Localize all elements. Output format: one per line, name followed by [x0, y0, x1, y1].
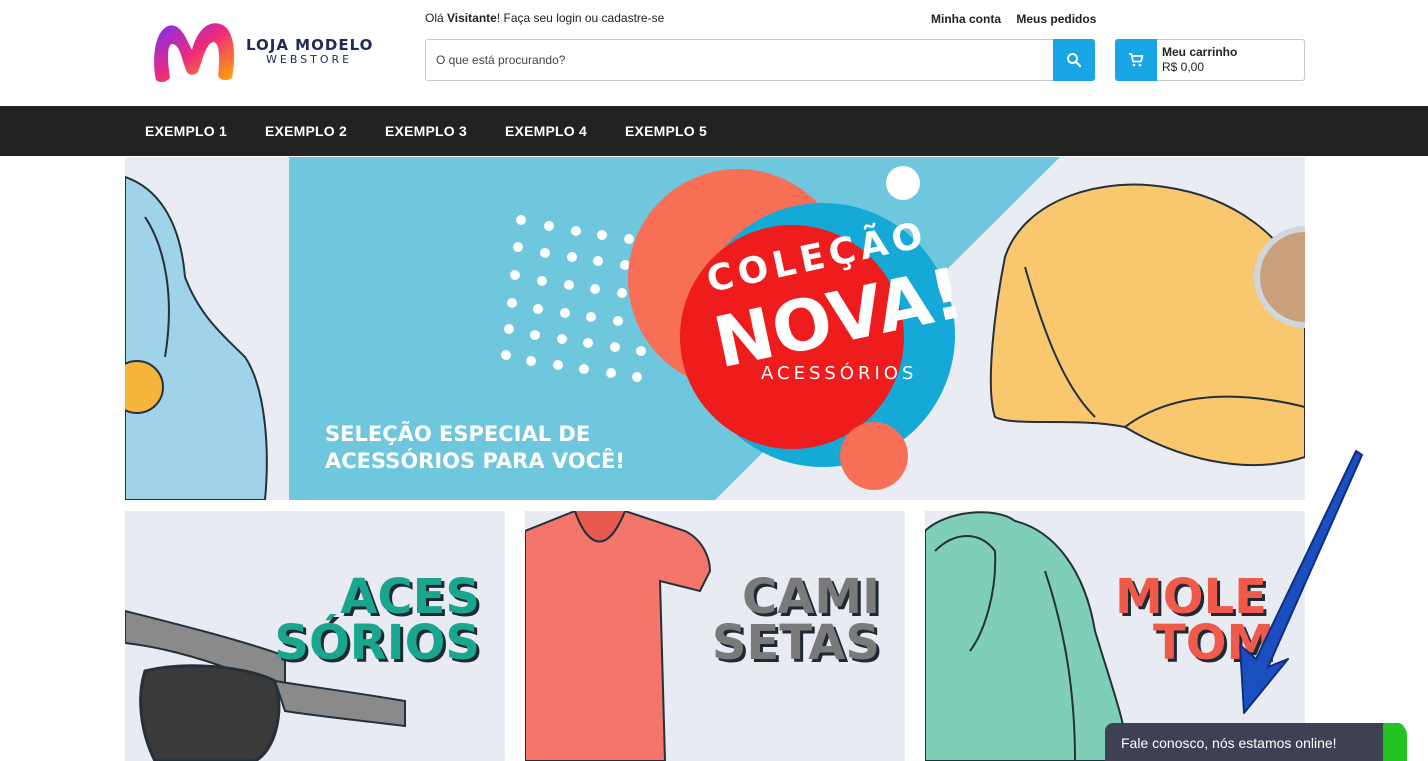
cart-total: R$ 0,00 — [1162, 60, 1205, 74]
welcome-user[interactable]: Visitante — [447, 11, 497, 25]
cart-widget[interactable]: Meu carrinho R$ 0,00 — [1115, 39, 1305, 81]
category-tile-camisetas[interactable]: CAMI SETAS — [525, 511, 905, 761]
banner-tagline-1: SELEÇÃO ESPECIAL DE — [325, 422, 591, 446]
my-orders-link[interactable]: Meus pedidos — [1016, 12, 1096, 26]
store-logo[interactable]: LOJA MODELO WEBSTORE — [150, 20, 380, 84]
search-input[interactable] — [426, 40, 1046, 80]
annotation-arrow-icon — [1239, 450, 1363, 714]
category-label-line2: SÓRIOS — [274, 615, 480, 671]
account-links: Minha conta Meus pedidos — [931, 12, 1108, 26]
logo-text: LOJA MODELO — [246, 36, 374, 54]
nav-item-exemplo-1[interactable]: EXEMPLO 1 — [145, 123, 227, 139]
main-nav: EXEMPLO 1 EXEMPLO 2 EXEMPLO 3 EXEMPLO 4 … — [0, 106, 1428, 156]
search-button[interactable] — [1053, 39, 1095, 81]
live-chat-widget[interactable]: Fale conosco, nós estamos online! — [1105, 723, 1407, 761]
category-tile-acessorios[interactable]: ACES SÓRIOS — [125, 511, 505, 761]
nav-item-exemplo-4[interactable]: EXEMPLO 4 — [505, 123, 587, 139]
cart-icon-box[interactable] — [1115, 39, 1157, 81]
cart-title: Meu carrinho — [1162, 45, 1238, 59]
logo-subtext: WEBSTORE — [266, 53, 353, 66]
hero-banner[interactable]: COLEÇÃO NOVA! ACESSÓRIOS SELEÇÃO ESPECIA… — [125, 157, 1305, 500]
chat-label: Fale conosco, nós estamos online! — [1121, 735, 1337, 751]
nav-item-exemplo-2[interactable]: EXEMPLO 2 — [265, 123, 347, 139]
search-icon — [1067, 53, 1082, 68]
login-link[interactable]: ! Faça seu login ou cadastre-se — [497, 11, 664, 25]
banner-tagline-2: ACESSÓRIOS PARA VOCÊ! — [325, 449, 625, 473]
welcome-message: Olá Visitante! Faça seu login ou cadastr… — [425, 11, 664, 25]
search-bar — [425, 39, 1095, 81]
welcome-prefix: Olá — [425, 11, 448, 25]
nav-item-exemplo-5[interactable]: EXEMPLO 5 — [625, 123, 707, 139]
my-account-link[interactable]: Minha conta — [931, 12, 1001, 26]
category-label-line2: SETAS — [711, 615, 880, 671]
site-header: LOJA MODELO WEBSTORE Olá Visitante! Faça… — [0, 0, 1428, 106]
logo-m-icon — [154, 23, 235, 83]
online-status-indicator — [1383, 723, 1407, 761]
cart-icon — [1129, 53, 1144, 67]
banner-title-3: ACESSÓRIOS — [761, 363, 918, 384]
nav-item-exemplo-3[interactable]: EXEMPLO 3 — [385, 123, 467, 139]
